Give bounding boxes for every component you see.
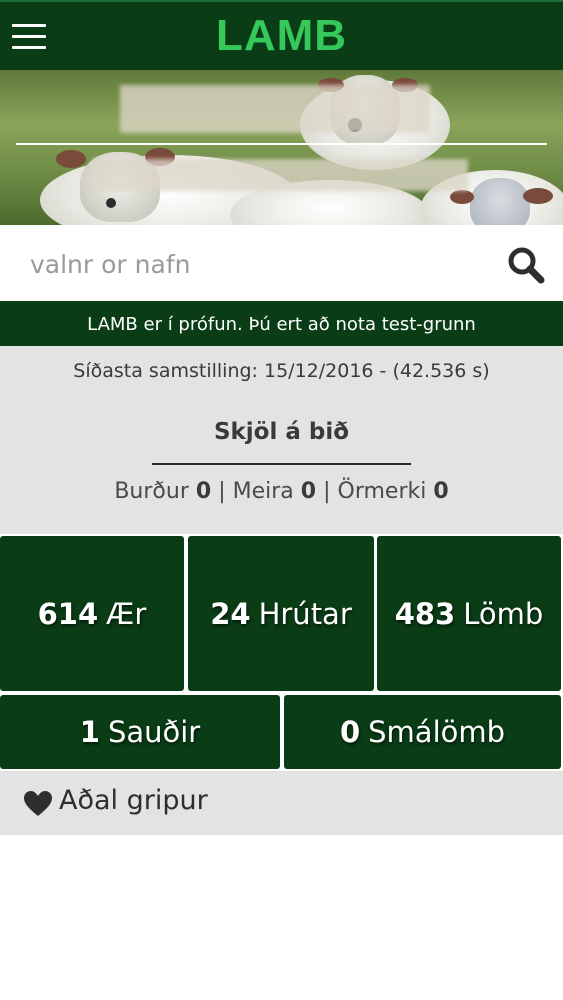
tile-wethers[interactable]: 1 Sauðir — [0, 695, 280, 769]
app-title: LAMB — [215, 11, 348, 60]
top-app-bar: LAMB — [0, 0, 563, 70]
pending-documents-title: Skjöl á bið — [213, 419, 350, 445]
search-input[interactable] — [28, 239, 492, 289]
last-sync-text: Síðasta samstilling: 15/12/2016 - (42.53… — [73, 360, 490, 382]
tile-lambs[interactable]: 483 Lömb — [377, 536, 561, 691]
count-label-more: Meira — [232, 479, 294, 504]
count-value-birth: 0 — [195, 479, 212, 504]
tile-label: Ær — [106, 596, 147, 631]
tile-count: 1 — [79, 715, 100, 749]
tile-small-lambs[interactable]: 0 Smálömb — [284, 695, 561, 769]
count-label-birth: Burður — [114, 479, 189, 504]
count-separator: | — [218, 479, 226, 504]
tile-count: 24 — [210, 596, 251, 631]
info-panel: Síðasta samstilling: 15/12/2016 - (42.53… — [0, 346, 563, 534]
tile-rams[interactable]: 24 Hrútar — [188, 536, 374, 691]
tile-label: Smálömb — [368, 715, 506, 749]
search-bar — [0, 225, 563, 301]
test-database-notice: LAMB er í prófun. Þú ert að nota test-gr… — [0, 301, 563, 346]
title-underline — [152, 463, 411, 465]
tile-count: 614 — [37, 596, 99, 631]
hero-banner-image — [0, 70, 563, 225]
tile-label: Hrútar — [258, 596, 352, 631]
count-label-microchip: Örmerki — [337, 479, 427, 504]
tile-count: 483 — [394, 596, 456, 631]
favorite-animal-row[interactable]: Aðal gripur — [0, 771, 563, 835]
heart-icon — [24, 791, 52, 816]
count-value-microchip: 0 — [433, 479, 449, 504]
tile-label: Lömb — [463, 596, 544, 631]
tile-label: Sauðir — [107, 715, 201, 749]
pending-documents-counts: Burður 0 | Meira 0 | Örmerki 0 — [0, 479, 563, 504]
tile-ewes[interactable]: 614 Ær — [0, 536, 184, 691]
search-icon[interactable] — [506, 245, 546, 285]
favorite-label: Aðal gripur — [59, 785, 208, 816]
count-separator: | — [323, 479, 331, 504]
count-value-more: 0 — [300, 479, 317, 504]
tile-count: 0 — [339, 715, 361, 749]
